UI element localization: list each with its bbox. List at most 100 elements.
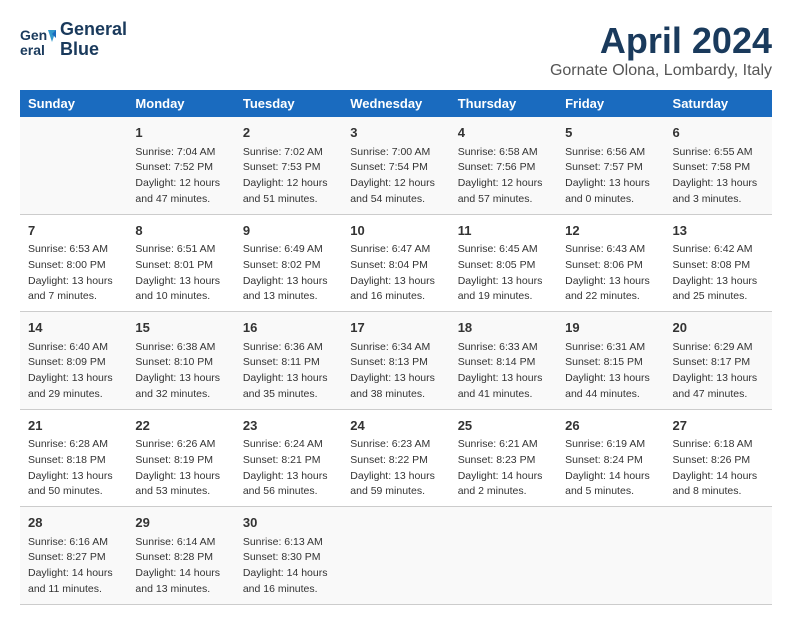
day-number: 9 [243, 221, 334, 241]
calendar-cell: 24Sunrise: 6:23 AM Sunset: 8:22 PM Dayli… [342, 409, 449, 507]
day-info: Sunrise: 6:19 AM Sunset: 8:24 PM Dayligh… [565, 437, 656, 500]
day-info: Sunrise: 6:28 AM Sunset: 8:18 PM Dayligh… [28, 437, 119, 500]
day-number: 10 [350, 221, 441, 241]
weekday-header: Wednesday [342, 90, 449, 117]
calendar-cell: 25Sunrise: 6:21 AM Sunset: 8:23 PM Dayli… [450, 409, 557, 507]
day-info: Sunrise: 6:55 AM Sunset: 7:58 PM Dayligh… [673, 145, 764, 208]
day-number: 26 [565, 416, 656, 436]
day-info: Sunrise: 6:40 AM Sunset: 8:09 PM Dayligh… [28, 340, 119, 403]
calendar-cell: 28Sunrise: 6:16 AM Sunset: 8:27 PM Dayli… [20, 507, 127, 605]
day-number: 22 [135, 416, 226, 436]
weekday-header: Monday [127, 90, 234, 117]
calendar-cell: 1Sunrise: 7:04 AM Sunset: 7:52 PM Daylig… [127, 117, 234, 214]
day-info: Sunrise: 6:26 AM Sunset: 8:19 PM Dayligh… [135, 437, 226, 500]
calendar-cell: 20Sunrise: 6:29 AM Sunset: 8:17 PM Dayli… [665, 312, 772, 410]
calendar-cell: 3Sunrise: 7:00 AM Sunset: 7:54 PM Daylig… [342, 117, 449, 214]
day-number: 13 [673, 221, 764, 241]
page-header: Gen eral General Blue April 2024 Gornate… [20, 20, 772, 80]
day-info: Sunrise: 6:24 AM Sunset: 8:21 PM Dayligh… [243, 437, 334, 500]
calendar-body: 1Sunrise: 7:04 AM Sunset: 7:52 PM Daylig… [20, 117, 772, 604]
calendar-table: SundayMondayTuesdayWednesdayThursdayFrid… [20, 90, 772, 605]
calendar-cell [342, 507, 449, 605]
logo-icon: Gen eral [20, 22, 56, 58]
day-number: 29 [135, 513, 226, 533]
logo-line1: General [60, 20, 127, 40]
day-info: Sunrise: 7:00 AM Sunset: 7:54 PM Dayligh… [350, 145, 441, 208]
day-info: Sunrise: 6:23 AM Sunset: 8:22 PM Dayligh… [350, 437, 441, 500]
day-number: 6 [673, 123, 764, 143]
weekday-header: Tuesday [235, 90, 342, 117]
calendar-cell: 27Sunrise: 6:18 AM Sunset: 8:26 PM Dayli… [665, 409, 772, 507]
day-number: 8 [135, 221, 226, 241]
day-number: 15 [135, 318, 226, 338]
day-number: 4 [458, 123, 549, 143]
calendar-cell: 18Sunrise: 6:33 AM Sunset: 8:14 PM Dayli… [450, 312, 557, 410]
main-title: April 2024 [550, 20, 772, 62]
weekday-header: Friday [557, 90, 664, 117]
day-number: 18 [458, 318, 549, 338]
day-number: 7 [28, 221, 119, 241]
day-number: 25 [458, 416, 549, 436]
logo-text: General Blue [60, 20, 127, 60]
calendar-cell: 7Sunrise: 6:53 AM Sunset: 8:00 PM Daylig… [20, 214, 127, 312]
day-number: 1 [135, 123, 226, 143]
day-number: 30 [243, 513, 334, 533]
day-info: Sunrise: 7:04 AM Sunset: 7:52 PM Dayligh… [135, 145, 226, 208]
day-info: Sunrise: 6:47 AM Sunset: 8:04 PM Dayligh… [350, 242, 441, 305]
day-info: Sunrise: 6:38 AM Sunset: 8:10 PM Dayligh… [135, 340, 226, 403]
day-number: 14 [28, 318, 119, 338]
calendar-cell: 19Sunrise: 6:31 AM Sunset: 8:15 PM Dayli… [557, 312, 664, 410]
calendar-week-row: 21Sunrise: 6:28 AM Sunset: 8:18 PM Dayli… [20, 409, 772, 507]
weekday-header: Sunday [20, 90, 127, 117]
calendar-cell: 12Sunrise: 6:43 AM Sunset: 8:06 PM Dayli… [557, 214, 664, 312]
day-number: 23 [243, 416, 334, 436]
day-info: Sunrise: 6:29 AM Sunset: 8:17 PM Dayligh… [673, 340, 764, 403]
day-number: 17 [350, 318, 441, 338]
calendar-cell: 10Sunrise: 6:47 AM Sunset: 8:04 PM Dayli… [342, 214, 449, 312]
calendar-week-row: 14Sunrise: 6:40 AM Sunset: 8:09 PM Dayli… [20, 312, 772, 410]
title-block: April 2024 Gornate Olona, Lombardy, Ital… [550, 20, 772, 80]
calendar-cell [557, 507, 664, 605]
day-number: 24 [350, 416, 441, 436]
calendar-cell: 16Sunrise: 6:36 AM Sunset: 8:11 PM Dayli… [235, 312, 342, 410]
calendar-week-row: 7Sunrise: 6:53 AM Sunset: 8:00 PM Daylig… [20, 214, 772, 312]
calendar-cell: 23Sunrise: 6:24 AM Sunset: 8:21 PM Dayli… [235, 409, 342, 507]
calendar-cell [450, 507, 557, 605]
calendar-cell: 14Sunrise: 6:40 AM Sunset: 8:09 PM Dayli… [20, 312, 127, 410]
logo-line2: Blue [60, 40, 127, 60]
day-info: Sunrise: 6:51 AM Sunset: 8:01 PM Dayligh… [135, 242, 226, 305]
day-info: Sunrise: 6:21 AM Sunset: 8:23 PM Dayligh… [458, 437, 549, 500]
day-info: Sunrise: 6:16 AM Sunset: 8:27 PM Dayligh… [28, 535, 119, 598]
calendar-week-row: 1Sunrise: 7:04 AM Sunset: 7:52 PM Daylig… [20, 117, 772, 214]
day-info: Sunrise: 6:56 AM Sunset: 7:57 PM Dayligh… [565, 145, 656, 208]
day-info: Sunrise: 7:02 AM Sunset: 7:53 PM Dayligh… [243, 145, 334, 208]
calendar-cell: 9Sunrise: 6:49 AM Sunset: 8:02 PM Daylig… [235, 214, 342, 312]
calendar-cell: 2Sunrise: 7:02 AM Sunset: 7:53 PM Daylig… [235, 117, 342, 214]
day-number: 11 [458, 221, 549, 241]
day-number: 12 [565, 221, 656, 241]
svg-text:Gen: Gen [20, 27, 47, 43]
calendar-cell [665, 507, 772, 605]
day-info: Sunrise: 6:43 AM Sunset: 8:06 PM Dayligh… [565, 242, 656, 305]
day-info: Sunrise: 6:49 AM Sunset: 8:02 PM Dayligh… [243, 242, 334, 305]
svg-text:eral: eral [20, 42, 45, 58]
calendar-cell: 15Sunrise: 6:38 AM Sunset: 8:10 PM Dayli… [127, 312, 234, 410]
calendar-cell: 8Sunrise: 6:51 AM Sunset: 8:01 PM Daylig… [127, 214, 234, 312]
calendar-cell: 26Sunrise: 6:19 AM Sunset: 8:24 PM Dayli… [557, 409, 664, 507]
day-number: 3 [350, 123, 441, 143]
day-number: 5 [565, 123, 656, 143]
weekday-header: Thursday [450, 90, 557, 117]
day-info: Sunrise: 6:36 AM Sunset: 8:11 PM Dayligh… [243, 340, 334, 403]
day-info: Sunrise: 6:18 AM Sunset: 8:26 PM Dayligh… [673, 437, 764, 500]
calendar-cell: 11Sunrise: 6:45 AM Sunset: 8:05 PM Dayli… [450, 214, 557, 312]
day-info: Sunrise: 6:13 AM Sunset: 8:30 PM Dayligh… [243, 535, 334, 598]
calendar-cell: 29Sunrise: 6:14 AM Sunset: 8:28 PM Dayli… [127, 507, 234, 605]
calendar-header: SundayMondayTuesdayWednesdayThursdayFrid… [20, 90, 772, 117]
subtitle: Gornate Olona, Lombardy, Italy [550, 62, 772, 80]
calendar-cell: 13Sunrise: 6:42 AM Sunset: 8:08 PM Dayli… [665, 214, 772, 312]
day-number: 27 [673, 416, 764, 436]
day-number: 19 [565, 318, 656, 338]
day-number: 2 [243, 123, 334, 143]
calendar-cell: 30Sunrise: 6:13 AM Sunset: 8:30 PM Dayli… [235, 507, 342, 605]
day-number: 16 [243, 318, 334, 338]
